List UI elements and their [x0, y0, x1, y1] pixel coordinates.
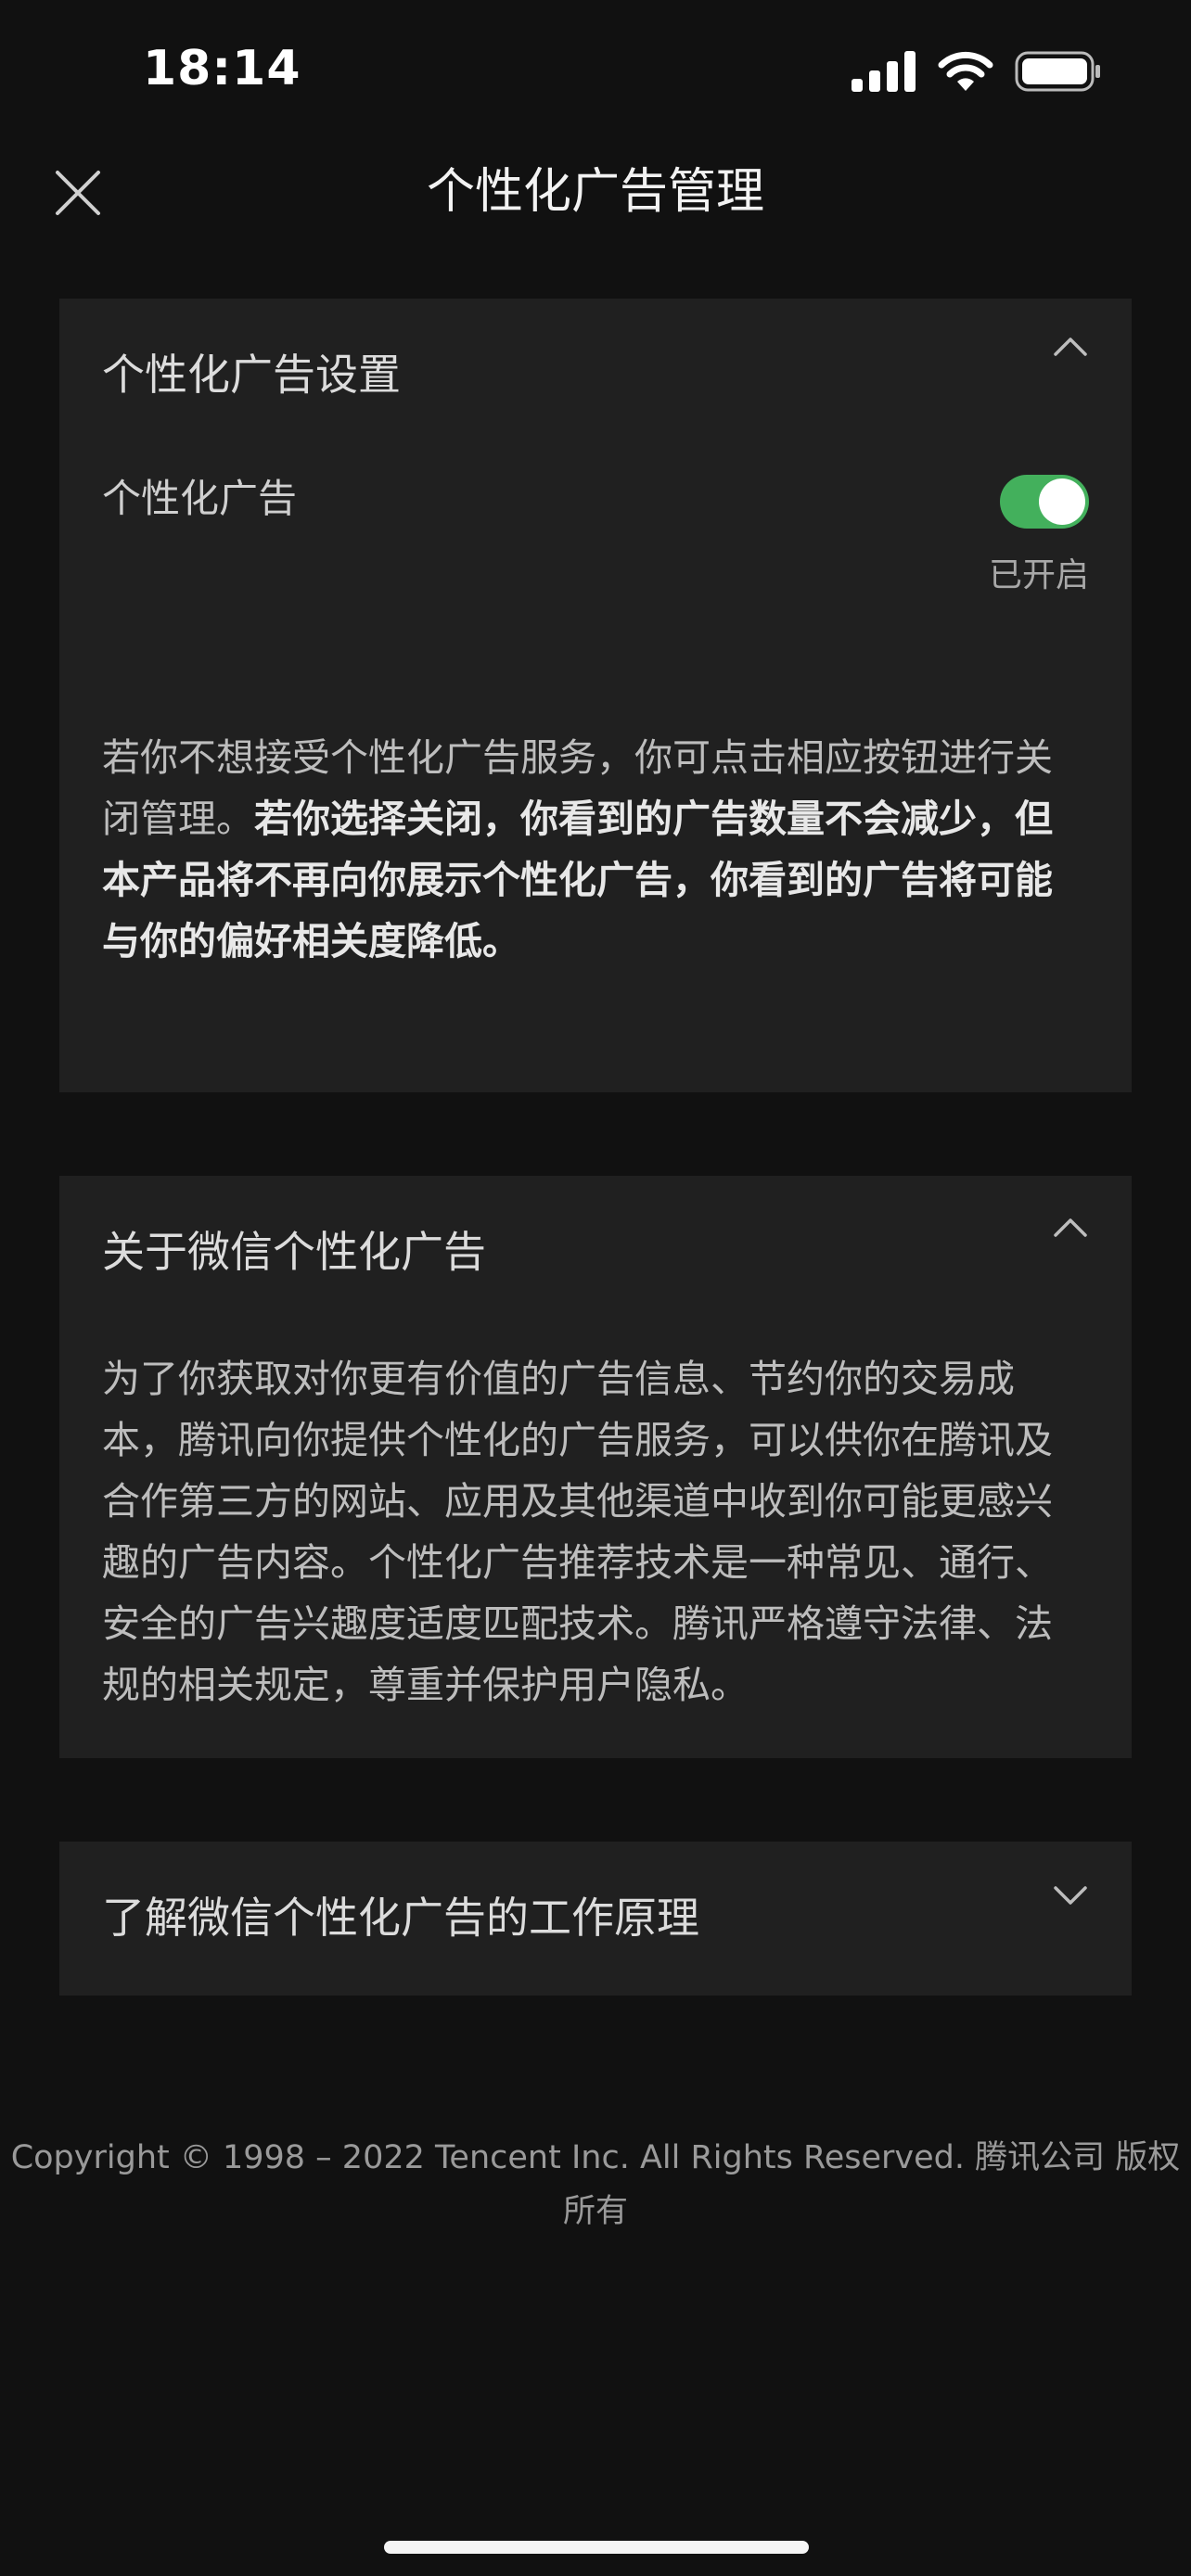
- status-icons: [852, 48, 1102, 95]
- status-time: 18:14: [143, 41, 301, 96]
- about-description: 为了你获取对你更有价值的广告信息、节约你的交易成本，腾讯向你提供个性化的广告服务…: [102, 1357, 1053, 1707]
- toggle-status-text: 已开启: [988, 556, 1089, 594]
- status-bar: 18:14: [0, 0, 1191, 139]
- chevron-up-icon[interactable]: [1050, 332, 1091, 360]
- how-it-works-card[interactable]: 了解微信个性化广告的工作原理: [59, 1842, 1132, 1996]
- personalized-ad-label: 个性化广告: [102, 476, 298, 521]
- battery-icon: [1015, 51, 1100, 92]
- personalized-ad-settings-card: 个性化广告设置 个性化广告 已开启 若你不想接受个性化广告服务，你可点击相应按钮…: [59, 299, 1132, 1092]
- chevron-up-icon[interactable]: [1050, 1213, 1091, 1241]
- about-card-title[interactable]: 关于微信个性化广告: [102, 1224, 486, 1280]
- cellular-signal-icon: [852, 51, 916, 92]
- settings-card-title[interactable]: 个性化广告设置: [102, 347, 401, 402]
- copyright-text: Copyright © 1998 – 2022 Tencent Inc. All…: [10, 2139, 1181, 2230]
- personalized-ad-toggle[interactable]: [1000, 475, 1089, 529]
- chevron-down-icon[interactable]: [1050, 1881, 1091, 1908]
- home-indicator[interactable]: [384, 2541, 809, 2554]
- how-card-title[interactable]: 了解微信个性化广告的工作原理: [102, 1890, 699, 1945]
- toggle-knob: [1039, 478, 1085, 525]
- nav-bar: 个性化广告管理: [0, 139, 1191, 247]
- settings-description: 若你不想接受个性化广告服务，你可点击相应按钮进行关闭管理。若你选择关闭，你看到的…: [102, 727, 1089, 972]
- wifi-icon: [938, 51, 993, 91]
- about-personalized-ads-card: 关于微信个性化广告 为了你获取对你更有价值的广告信息、节约你的交易成本，腾讯向你…: [59, 1176, 1132, 1758]
- page-title: 个性化广告管理: [426, 164, 764, 220]
